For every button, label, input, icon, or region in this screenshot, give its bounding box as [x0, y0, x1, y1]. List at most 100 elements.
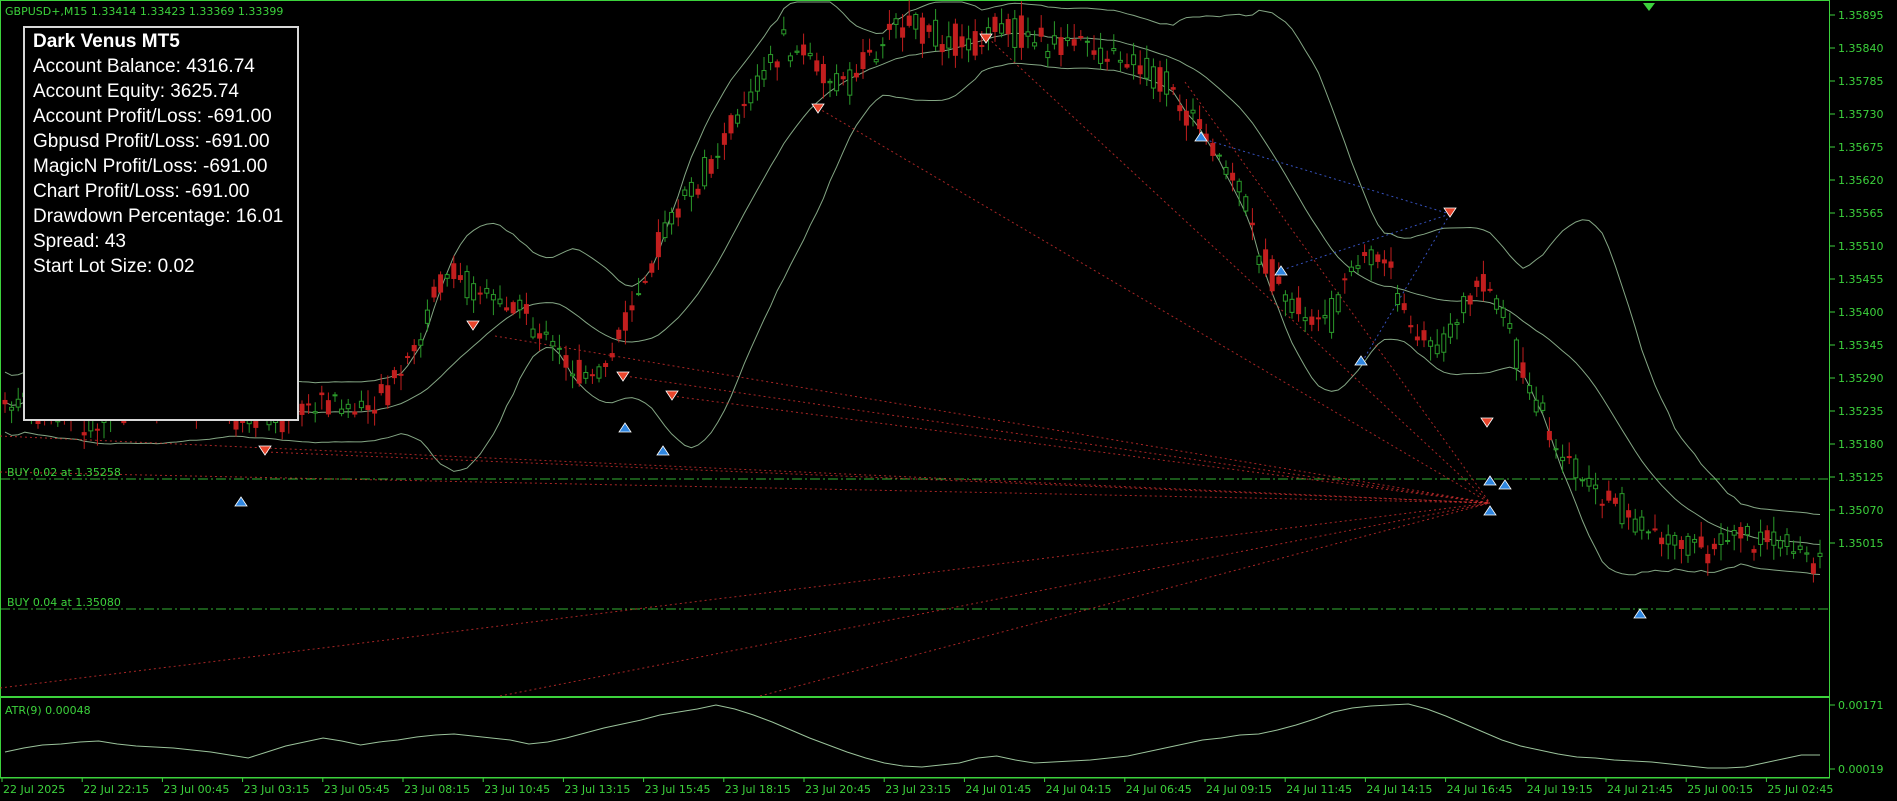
bull-candle [596, 363, 602, 383]
candle-body [992, 16, 998, 32]
bull-candle [444, 272, 450, 287]
time-tick-label: 24 Jul 16:45 [1447, 783, 1513, 796]
price-tick-label: 1.35510 [1838, 240, 1884, 253]
bull-candle [1012, 9, 1018, 62]
candle-body [1738, 526, 1744, 539]
bear-candle [1612, 493, 1618, 507]
candle-body [1296, 297, 1302, 315]
bear-candle [1362, 244, 1368, 264]
candle-body [636, 293, 642, 296]
candle-body [952, 23, 958, 56]
candle-body [1533, 399, 1539, 413]
candle-body [814, 60, 820, 72]
candle-body [708, 159, 714, 174]
candle-body [1507, 323, 1513, 329]
candle-body [497, 298, 503, 305]
bull-candle [1434, 329, 1440, 358]
candle-body [1289, 298, 1295, 313]
candle-body [1150, 66, 1156, 89]
candle-body [1381, 259, 1387, 264]
bear-candle [372, 396, 378, 426]
candle-body [754, 75, 760, 92]
candle-body [1164, 71, 1170, 95]
time-tick-label: 24 Jul 11:45 [1286, 783, 1352, 796]
candle-body [840, 76, 846, 80]
candle-body [1711, 543, 1717, 550]
price-tick-label: 1.35620 [1838, 174, 1884, 187]
bear-candle [457, 262, 463, 283]
bull-candle [1256, 253, 1262, 274]
bear-candle [325, 392, 331, 418]
candle-body [1441, 333, 1447, 353]
candle-body [319, 392, 325, 396]
bear-candle [655, 219, 661, 270]
bull-candle [1065, 24, 1071, 47]
candle-body [1078, 35, 1084, 39]
bull-candle [1665, 524, 1671, 560]
bear-candle [352, 403, 358, 418]
candle-body [669, 211, 675, 225]
bull-candle [583, 365, 589, 384]
candle-body [893, 18, 899, 25]
candle-body [801, 44, 807, 56]
chart-shift-marker[interactable] [1643, 3, 1655, 11]
bear-candle [1606, 480, 1612, 503]
price-tick-label: 1.35125 [1838, 471, 1884, 484]
bull-candle [1672, 531, 1678, 560]
price-tick-label: 1.35565 [1838, 207, 1884, 220]
bear-candle [1381, 250, 1387, 277]
bull-candle [570, 360, 576, 389]
bear-candle [504, 296, 510, 313]
candle-body [675, 208, 681, 218]
candle-body [867, 49, 873, 53]
bear-candle [1296, 286, 1302, 322]
bull-candle [893, 13, 899, 39]
bear-candle [1058, 27, 1064, 67]
bull-candle [1586, 465, 1592, 492]
candle-body [1632, 518, 1638, 533]
sell-arrow-icon [466, 320, 480, 331]
candle-body [1731, 529, 1737, 536]
bear-candle [603, 360, 609, 377]
sell-trendline [624, 375, 1491, 504]
candle-body [1111, 48, 1117, 52]
bull-candle [688, 177, 694, 212]
candle-body [378, 384, 384, 394]
bull-candle [1619, 486, 1625, 529]
candle-body [1645, 531, 1651, 534]
candle-body [1038, 27, 1044, 37]
candle-body [1764, 530, 1770, 543]
candle-body [748, 91, 754, 104]
candle-body [94, 428, 100, 431]
bear-candle [1137, 50, 1143, 85]
time-tick-label: 24 Jul 21:45 [1607, 783, 1673, 796]
candle-body [550, 340, 556, 347]
candle-body [735, 114, 741, 124]
bull-candle [1098, 32, 1104, 71]
candle-body [1474, 280, 1480, 287]
price-tick-label: 1.35730 [1838, 108, 1884, 121]
candle-body [530, 328, 536, 338]
bear-candle [1678, 536, 1684, 564]
candle-body [682, 189, 688, 196]
bull-candle [1797, 536, 1803, 554]
bull-candle [787, 52, 793, 68]
bull-candle [1804, 546, 1810, 563]
time-tick-label: 24 Jul 01:45 [965, 783, 1031, 796]
bull-candle [1494, 294, 1500, 315]
bear-candle [1421, 321, 1427, 348]
time-tick-label: 22 Jul 22:15 [83, 783, 149, 796]
bull-candle [1685, 533, 1691, 563]
time-tick-label: 23 Jul 00:45 [163, 783, 229, 796]
sell-trendline [0, 502, 1491, 689]
candle-body [860, 52, 866, 70]
candle-body [451, 263, 457, 279]
bull-candle [1454, 318, 1460, 340]
candle-body [1091, 50, 1097, 55]
bear-candle [1652, 514, 1658, 533]
candle-body [1144, 57, 1150, 79]
atr-frame [0, 697, 1830, 778]
bear-candle [510, 300, 516, 316]
candle-body [1751, 549, 1757, 553]
candle-body [721, 133, 727, 145]
